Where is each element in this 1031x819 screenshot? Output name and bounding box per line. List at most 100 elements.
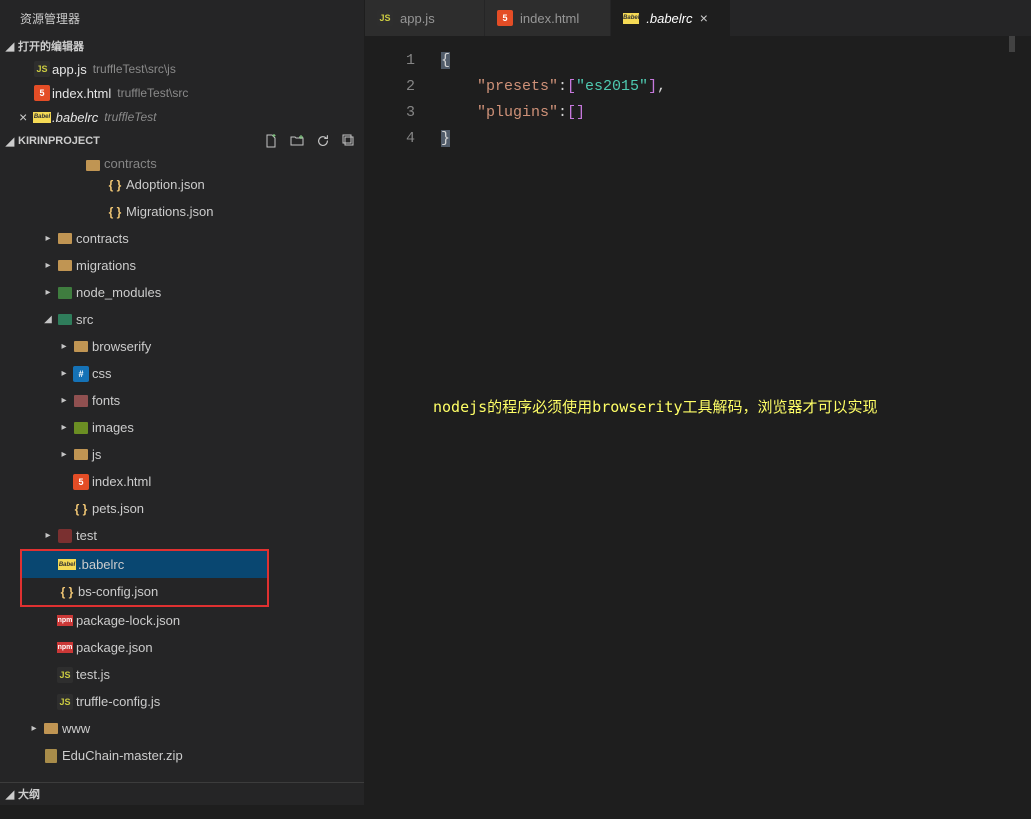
new-folder-icon[interactable]: [288, 132, 306, 150]
npm-icon: npm: [54, 615, 76, 626]
folder-icon: [82, 160, 104, 171]
sidebar: 资源管理器 ◢ 打开的编辑器 × JS app.js truffleTest\s…: [0, 0, 365, 805]
chevron-down-icon: ◢: [2, 788, 18, 801]
code-content[interactable]: { "presets":["es2015"], "plugins":[] } n…: [433, 36, 1031, 805]
tree-item[interactable]: ▸migrations: [0, 252, 364, 279]
annotation-text: nodejs的程序必须使用browserity工具解码，浏览器才可以实现: [433, 394, 878, 420]
js-icon: JS: [32, 61, 52, 77]
folder-icon: [54, 233, 76, 244]
chevron-down-icon: ◢: [2, 135, 18, 148]
tree-item-label: node_modules: [76, 285, 161, 300]
tree-item-label: pets.json: [92, 501, 144, 516]
folder-icon: [70, 449, 92, 460]
open-editors-list: × JS app.js truffleTest\src\js × 5 index…: [0, 57, 364, 129]
font-icon: [70, 395, 92, 407]
collapse-all-icon[interactable]: [340, 132, 358, 150]
scrollbar-thumb[interactable]: [1009, 36, 1015, 52]
test-icon: [54, 529, 76, 543]
project-header[interactable]: ◢ KIRINPROJECT: [0, 129, 364, 153]
chevron-right-icon: ▸: [58, 422, 70, 433]
tree-item-label: js: [92, 447, 101, 462]
tree-item-label: test.js: [76, 667, 110, 682]
close-icon[interactable]: ×: [700, 10, 712, 26]
explorer-title: 资源管理器: [0, 0, 364, 35]
html-icon: 5: [497, 10, 513, 26]
tree-item-label: fonts: [92, 393, 120, 408]
chevron-down-icon: ◢: [42, 314, 54, 325]
tree-item[interactable]: ▸ browserify: [0, 333, 364, 360]
tree-item[interactable]: { }Adoption.json: [0, 171, 364, 198]
chevron-right-icon: ▸: [42, 287, 54, 298]
tree-item-label: Adoption.json: [126, 177, 205, 192]
close-icon[interactable]: ×: [14, 109, 32, 125]
folder-icon: [70, 341, 92, 352]
tab-index-html[interactable]: 5 index.html ×: [485, 0, 611, 36]
nm-icon: [54, 287, 76, 299]
tree-item[interactable]: npmpackage-lock.json: [0, 607, 364, 634]
tree-item[interactable]: JStruffle-config.js: [0, 688, 364, 715]
open-editor-item[interactable]: × JS app.js truffleTest\src\js: [0, 57, 364, 81]
tree-item[interactable]: ◢ src: [0, 306, 364, 333]
html-icon: 5: [32, 85, 52, 101]
chevron-right-icon: ▸: [58, 449, 70, 460]
tree-item[interactable]: JStest.js: [0, 661, 364, 688]
tree-item[interactable]: ▸ contracts: [0, 225, 364, 252]
chevron-right-icon: ▸: [58, 368, 70, 379]
tree-item[interactable]: ▸#css: [0, 360, 364, 387]
tab-app-js[interactable]: JS app.js ×: [365, 0, 485, 36]
chevron-right-icon: ▸: [28, 723, 40, 734]
open-editor-item[interactable]: × 5 index.html truffleTest\src: [0, 81, 364, 105]
tree-item[interactable]: npmpackage.json: [0, 634, 364, 661]
js-icon: JS: [377, 10, 393, 26]
tree-item[interactable]: ▸ images: [0, 414, 364, 441]
tree-item[interactable]: { }pets.json: [0, 495, 364, 522]
chevron-right-icon: ▸: [58, 395, 70, 406]
open-editors-header[interactable]: ◢ 打开的编辑器: [0, 35, 364, 57]
tree-item[interactable]: EduChain-master.zip: [0, 742, 364, 769]
css-icon: #: [70, 366, 92, 382]
tree-item-label: src: [76, 312, 93, 327]
tree-item-label: index.html: [92, 474, 151, 489]
chevron-right-icon: ▸: [42, 260, 54, 271]
tree-item[interactable]: 5index.html: [0, 468, 364, 495]
file-tree: contracts{ }Adoption.json{ }Migrations.j…: [0, 153, 364, 782]
tree-item[interactable]: ▸ www: [0, 715, 364, 742]
tree-item-label: bs-config.json: [78, 584, 158, 599]
tree-item-label: truffle-config.js: [76, 694, 160, 709]
braces-icon: { }: [104, 178, 126, 192]
code-editor[interactable]: 1 2 3 4 { "presets":["es2015"], "plugins…: [365, 36, 1031, 805]
tree-item[interactable]: contracts: [0, 155, 364, 171]
tree-item-label: contracts: [76, 231, 129, 246]
braces-icon: { }: [56, 585, 78, 599]
tab-babelrc[interactable]: Babel .babelrc ×: [611, 0, 731, 36]
tree-item[interactable]: ▸ node_modules: [0, 279, 364, 306]
tree-item-label: www: [62, 721, 90, 736]
babel-icon: Babel: [32, 112, 52, 123]
chevron-right-icon: ▸: [42, 233, 54, 244]
folder-green-icon: [54, 314, 76, 325]
tree-item[interactable]: ▸test: [0, 522, 364, 549]
folder-icon: [54, 260, 76, 271]
chevron-right-icon: ▸: [58, 341, 70, 352]
zip-icon: [40, 749, 62, 763]
tree-item-label: contracts: [104, 156, 157, 171]
tree-item[interactable]: { }bs-config.json: [22, 578, 267, 605]
open-editor-item[interactable]: × Babel .babelrc truffleTest: [0, 105, 364, 129]
npm-icon: npm: [54, 642, 76, 653]
tree-item-label: css: [92, 366, 112, 381]
tree-item[interactable]: ▸ js: [0, 441, 364, 468]
babel-icon: Babel: [623, 13, 639, 24]
tree-item-label: browserify: [92, 339, 151, 354]
chevron-down-icon: ◢: [2, 40, 18, 53]
tree-item-label: images: [92, 420, 134, 435]
tree-item[interactable]: Babel.babelrc: [22, 551, 267, 578]
tree-item[interactable]: ▸ fonts: [0, 387, 364, 414]
outline-header[interactable]: ◢ 大纲: [0, 782, 364, 805]
tree-item-label: EduChain-master.zip: [62, 748, 183, 763]
tree-item-label: package.json: [76, 640, 153, 655]
new-file-icon[interactable]: [262, 132, 280, 150]
tree-item-label: package-lock.json: [76, 613, 180, 628]
img-icon: [70, 422, 92, 434]
tree-item[interactable]: { }Migrations.json: [0, 198, 364, 225]
refresh-icon[interactable]: [314, 132, 332, 150]
